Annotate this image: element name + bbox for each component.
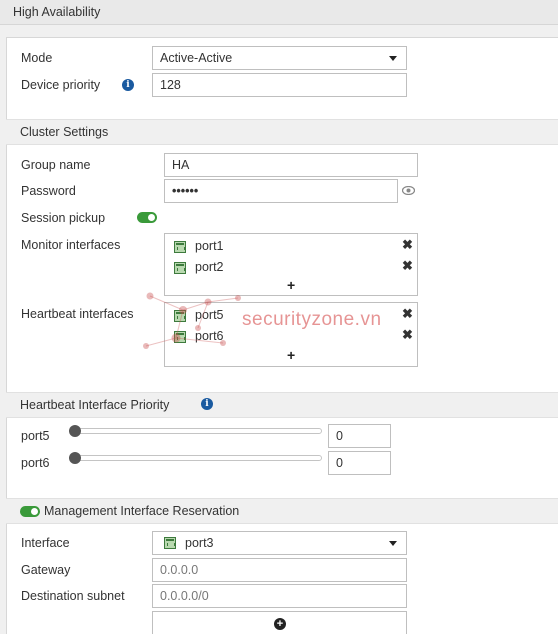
cluster-settings-title: Cluster Settings [20,125,109,139]
slider-handle[interactable] [69,452,81,464]
page-header: High Availability [0,0,558,25]
info-icon[interactable]: i [201,398,213,410]
interface-icon [174,241,186,253]
priority-value-port6: 0 [336,456,343,470]
device-priority-value: 128 [160,78,181,92]
mode-label: Mode [21,51,53,65]
add-icon[interactable]: + [287,347,295,363]
add-icon[interactable]: + [287,277,295,293]
page-title: High Availability [13,5,101,19]
eye-icon[interactable] [402,186,415,195]
plus-circle-icon: + [274,618,286,630]
group-name-label: Group name [21,158,91,172]
priority-input-port6[interactable]: 0 [328,451,391,475]
gateway-label: Gateway [21,563,71,577]
device-priority-label: Device priority [21,78,101,92]
remove-icon[interactable]: ✖ [402,258,413,274]
password-value: •••••• [172,184,199,198]
destination-subnet-input[interactable]: 0.0.0.0/0 [152,584,407,608]
watermark-text: securityzone.vn [242,309,382,330]
device-priority-input[interactable]: 128 [152,73,407,97]
interface-value: port3 [185,536,214,550]
group-name-input[interactable]: HA [164,153,418,177]
interface-name: port1 [195,239,224,253]
priority-label-port6: port6 [21,456,50,470]
password-label: Password [21,184,76,198]
heartbeat-interfaces-label: Heartbeat interfaces [21,307,134,321]
interface-name: port2 [195,260,224,274]
mgmt-reservation-title: Management Interface Reservation [44,504,240,518]
password-input[interactable]: •••••• [164,179,398,203]
interface-label: Interface [21,536,70,550]
mode-value: Active-Active [160,51,233,65]
priority-slider-port5[interactable] [70,428,322,434]
info-icon[interactable]: i [122,79,134,91]
interface-icon [174,262,186,274]
chevron-down-icon [389,56,397,61]
session-pickup-toggle[interactable] [137,212,157,223]
remove-icon[interactable]: ✖ [402,237,413,253]
chevron-down-icon [389,541,397,546]
priority-label-port5: port5 [21,429,50,443]
monitor-interfaces-label: Monitor interfaces [21,238,121,252]
mgmt-reservation-toggle[interactable] [20,506,40,517]
cluster-settings-header: Cluster Settings [6,119,558,145]
slider-handle[interactable] [69,425,81,437]
monitor-interfaces-list: port1 ✖ port2 ✖ + [164,233,418,296]
heartbeat-priority-header: Heartbeat Interface Priority [6,392,558,418]
watermark-logo-icon [143,292,241,349]
interface-icon [164,537,176,549]
remove-icon[interactable]: ✖ [402,327,413,343]
interface-select[interactable]: port3 [152,531,407,555]
remove-icon[interactable]: ✖ [402,306,413,322]
add-entry-button[interactable]: + [152,611,407,634]
priority-value-port5: 0 [336,429,343,443]
mode-select[interactable]: Active-Active [152,46,407,70]
heartbeat-priority-title: Heartbeat Interface Priority [20,398,170,412]
priority-input-port5[interactable]: 0 [328,424,391,448]
gateway-input[interactable]: 0.0.0.0 [152,558,407,582]
session-pickup-label: Session pickup [21,211,106,225]
priority-slider-port6[interactable] [70,455,322,461]
destination-subnet-placeholder: 0.0.0.0/0 [160,589,209,603]
destination-subnet-label: Destination subnet [21,589,125,603]
group-name-value: HA [172,158,190,172]
mgmt-reservation-header: Management Interface Reservation [6,498,558,524]
gateway-placeholder: 0.0.0.0 [160,563,199,577]
